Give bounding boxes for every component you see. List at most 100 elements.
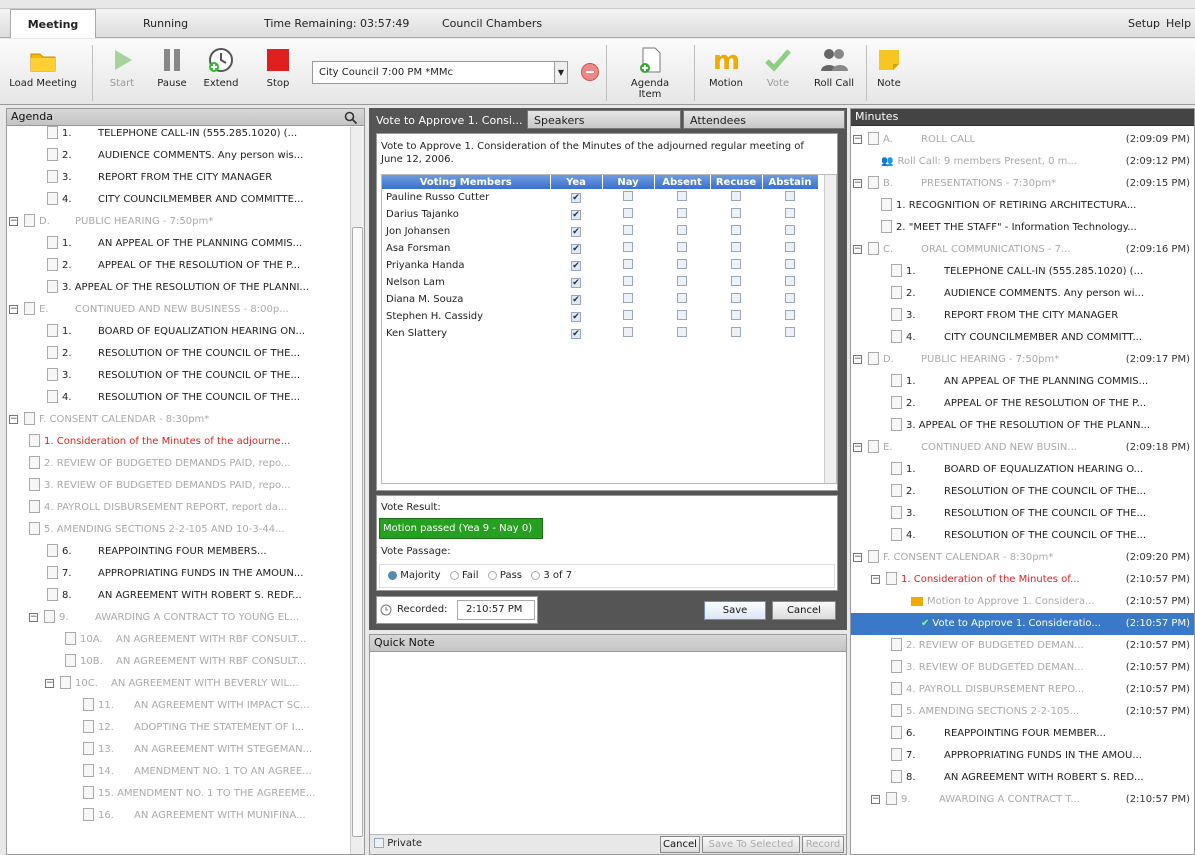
agenda-item[interactable]: − 9. AWARDING A CONTRACT TO YOUNG EL... [29,607,347,629]
minutes-item[interactable]: − 1. Consideration of the Minutes of... (2… [851,569,1194,591]
stop-button[interactable]: Stop [258,45,298,89]
absent-checkbox[interactable] [677,293,687,303]
nay-checkbox[interactable] [623,327,633,337]
recuse-checkbox[interactable] [731,191,741,201]
minutes-item[interactable]: 2. "MEET THE STAFF" - Information Techno… [851,217,1194,239]
absent-checkbox[interactable] [677,259,687,269]
tab-speakers[interactable]: Speakers [527,110,681,129]
private-checkbox[interactable]: Private [374,838,422,849]
abstain-checkbox[interactable] [785,191,795,201]
tab-running[interactable]: Running [143,9,188,38]
tab-meeting[interactable]: Meeting [10,9,96,38]
minutes-item[interactable]: 1. RECOGNITION OF RETIRING ARCHITECTURA.… [851,195,1194,217]
agenda-item[interactable]: 10A. AN AGREEMENT WITH RBF CONSULT... [65,629,347,651]
absent-checkbox[interactable] [677,225,687,235]
minutes-item[interactable]: 1. TELEPHONE CALL-IN (555.285.1020) (... [851,261,1194,283]
collapse-toggle-icon[interactable]: − [853,552,862,562]
yea-checkbox[interactable]: ✔ [571,329,581,339]
agenda-item[interactable]: 8. AN AGREEMENT WITH ROBERT S. REDF... [47,585,347,607]
col-yea[interactable]: Yea [550,175,603,189]
yea-checkbox[interactable]: ✔ [571,278,581,288]
recuse-checkbox[interactable] [731,242,741,252]
agenda-item[interactable]: 1. AN APPEAL OF THE PLANNING COMMIS... [47,233,347,255]
agenda-item[interactable]: 1. TELEPHONE CALL-IN (555.285.1020) (... [47,123,347,145]
minutes-item[interactable]: ✔ Vote to Approve 1. Consideratio... (2:10… [851,613,1194,635]
agenda-item[interactable]: 13. AN AGREEMENT WITH STEGEMAN... [83,739,347,761]
minutes-item[interactable]: 8. AN AGREEMENT WITH ROBERT S. RED... [851,767,1194,789]
collapse-toggle-icon[interactable]: − [9,216,18,226]
agenda-item[interactable]: 1. BOARD OF EQUALIZATION HEARING ON... [47,321,347,343]
agenda-item[interactable]: 1. Consideration of the Minutes of the a… [29,431,347,453]
abstain-checkbox[interactable] [785,293,795,303]
remove-meeting-icon[interactable] [581,63,599,81]
minutes-item[interactable]: 3. REPORT FROM THE CITY MANAGER [851,305,1194,327]
agenda-item[interactable]: 14. AMENDMENT NO. 1 TO AN AGREE... [83,761,347,783]
minutes-item[interactable]: 4. CITY COUNCILMEMBER AND COMMITT... [851,327,1194,349]
agenda-item[interactable]: 4. PAYROLL DISBURSEMENT REPORT, report d… [29,497,347,519]
radio-fail[interactable]: Fail [449,570,478,581]
help-link[interactable]: Help [1166,9,1191,38]
minutes-item[interactable]: 3. REVIEW OF BUDGETED DEMAN... (2:10:57 P… [851,657,1194,679]
col-recuse[interactable]: Recuse [710,175,763,189]
agenda-item[interactable]: 10B. AN AGREEMENT WITH RBF CONSULT... [65,651,347,673]
start-button[interactable]: Start [104,45,140,89]
collapse-toggle-icon[interactable]: − [9,304,18,314]
record-button[interactable]: Record [802,836,844,853]
minutes-item[interactable]: Motion to Approve 1. Considera... (2:10:5… [851,591,1194,613]
col-absent[interactable]: Absent [654,175,711,189]
agenda-item[interactable]: 2. REVIEW OF BUDGETED DEMANDS PAID, repo… [29,453,347,475]
collapse-toggle-icon[interactable]: − [29,612,38,622]
minutes-item[interactable]: 3. APPEAL OF THE RESOLUTION OF THE PLANN… [851,415,1194,437]
recorded-time-field[interactable]: 2:10:57 PM [457,600,535,620]
collapse-toggle-icon[interactable]: − [871,574,880,584]
note-cancel-button[interactable]: Cancel [660,836,700,853]
nay-checkbox[interactable] [623,225,633,235]
minutes-item[interactable]: 2. REVIEW OF BUDGETED DEMAN... (2:10:57 P… [851,635,1194,657]
agenda-scrollbar[interactable] [350,127,364,854]
minutes-item[interactable]: − A. ROLL CALL (2:09:09 PM) [851,129,1194,151]
yea-checkbox[interactable]: ✔ [571,227,581,237]
minutes-item[interactable]: 👥 Roll Call: 9 members Present, 0 m... (2:… [851,151,1194,173]
agenda-item[interactable]: 15. AMENDMENT NO. 1 TO THE AGREEME... [83,783,347,805]
yea-checkbox[interactable]: ✔ [571,312,581,322]
agenda-item[interactable]: 6. REAPPOINTING FOUR MEMBERS... [47,541,347,563]
radio-majority[interactable]: Majority [388,570,441,581]
abstain-checkbox[interactable] [785,208,795,218]
minutes-item[interactable]: − E. CONTINUED AND NEW BUSIN... (2:09:18 PM… [851,437,1194,459]
agenda-item[interactable]: 2. RESOLUTION OF THE COUNCIL OF THE... [47,343,347,365]
setup-link[interactable]: Setup [1128,9,1160,38]
abstain-checkbox[interactable] [785,242,795,252]
pause-button[interactable]: Pause [152,45,192,89]
note-button[interactable]: Note [874,45,904,89]
collapse-toggle-icon[interactable]: − [9,414,18,424]
col-nay[interactable]: Nay [602,175,655,189]
radio-pass[interactable]: Pass [487,570,522,581]
cancel-button[interactable]: Cancel [772,601,836,620]
abstain-checkbox[interactable] [785,225,795,235]
collapse-toggle-icon[interactable]: − [853,442,862,452]
save-button[interactable]: Save [704,601,766,620]
minutes-item[interactable]: − F. CONSENT CALENDAR - 8:30pm* (2:09:20 P… [851,547,1194,569]
extend-button[interactable]: Extend [200,45,242,89]
agenda-item[interactable]: 4. RESOLUTION OF THE COUNCIL OF THE... [47,387,347,409]
abstain-checkbox[interactable] [785,310,795,320]
nay-checkbox[interactable] [623,208,633,218]
agenda-item[interactable]: 2. APPEAL OF THE RESOLUTION OF THE P... [47,255,347,277]
agenda-item[interactable]: 11. AN AGREEMENT WITH IMPACT SC... [83,695,347,717]
collapse-toggle-icon[interactable]: − [871,794,880,804]
collapse-toggle-icon[interactable]: − [853,244,862,254]
minutes-item[interactable]: 5. AMENDING SECTIONS 2-2-105... (2:10:57 … [851,701,1194,723]
load-meeting-button[interactable]: Load Meeting [4,45,82,89]
agenda-item-button[interactable]: Agenda Item [618,45,682,100]
recuse-checkbox[interactable] [731,293,741,303]
agenda-item[interactable]: 12. ADOPTING THE STATEMENT OF I... [83,717,347,739]
agenda-item[interactable]: 3. REVIEW OF BUDGETED DEMANDS PAID, repo… [29,475,347,497]
yea-checkbox[interactable]: ✔ [571,295,581,305]
absent-checkbox[interactable] [677,242,687,252]
agenda-item[interactable]: 3. REPORT FROM THE CITY MANAGER [47,167,347,189]
agenda-item[interactable]: 3. RESOLUTION OF THE COUNCIL OF THE... [47,365,347,387]
minutes-item[interactable]: 2. AUDIENCE COMMENTS. Any person wi... [851,283,1194,305]
nay-checkbox[interactable] [623,259,633,269]
recuse-checkbox[interactable] [731,225,741,235]
yea-checkbox[interactable]: ✔ [571,244,581,254]
